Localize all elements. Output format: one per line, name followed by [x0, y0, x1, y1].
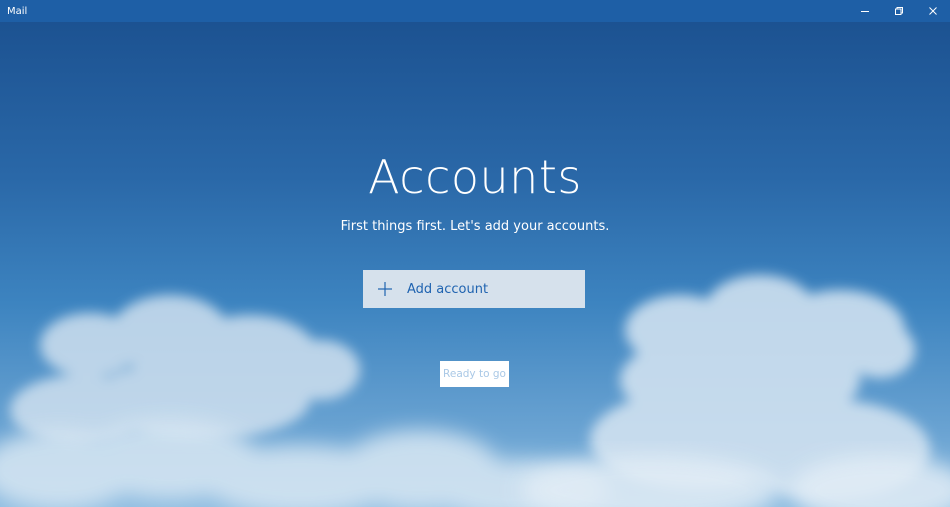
page-title: Accounts [368, 150, 582, 204]
ready-to-go-button[interactable]: Ready to go [440, 361, 509, 387]
welcome-panel: Accounts First things first. Let's add y… [0, 0, 950, 507]
page-subtitle: First things first. Let's add your accou… [340, 219, 610, 234]
mail-window: Mail Accounts First things first. Let's … [0, 0, 950, 507]
close-icon [929, 7, 937, 15]
add-account-button[interactable]: Add account [363, 270, 585, 308]
restore-button[interactable] [882, 0, 916, 22]
app-title: Mail [7, 5, 28, 17]
minimize-button[interactable] [848, 0, 882, 22]
restore-icon [895, 7, 903, 15]
close-button[interactable] [916, 0, 950, 22]
add-account-label: Add account [407, 281, 489, 297]
title-bar[interactable]: Mail [0, 0, 950, 22]
plus-icon [378, 282, 392, 296]
minimize-icon [861, 11, 869, 12]
